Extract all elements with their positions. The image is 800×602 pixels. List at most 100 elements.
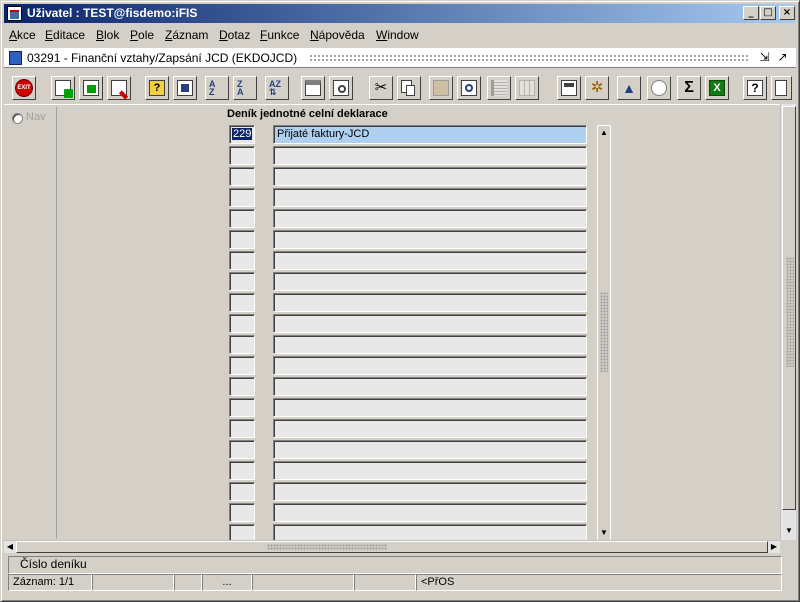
paste-button[interactable] <box>429 76 453 100</box>
sort-multiple-button[interactable]: AZ ⇅ <box>265 76 289 100</box>
doc-restore-icon[interactable]: ↗ <box>775 50 790 65</box>
journal-name-field[interactable] <box>273 419 587 438</box>
journal-number-field[interactable] <box>229 419 255 438</box>
menu-akce[interactable]: Akce <box>9 28 36 42</box>
menu-bar: Akce Editace Blok Pole Záznam Dotaz Funk… <box>4 25 796 45</box>
journal-number-field[interactable] <box>229 209 255 228</box>
app-icon[interactable] <box>7 6 22 21</box>
window-scroll-down-icon[interactable]: ▼ <box>782 524 796 538</box>
journal-name-field[interactable] <box>273 146 587 165</box>
window-vertical-scrollbar[interactable]: ▼ <box>780 104 796 540</box>
insert-record-button[interactable] <box>51 76 75 100</box>
journal-number-field[interactable] <box>229 314 255 333</box>
journal-number-field[interactable] <box>229 398 255 417</box>
journal-name-field[interactable] <box>273 209 587 228</box>
print-preview-button[interactable] <box>329 76 353 100</box>
menu-window[interactable]: Window <box>376 28 419 42</box>
maximize-button[interactable]: □ <box>760 6 776 20</box>
cut-icon: ✂ <box>374 79 388 96</box>
help-icon: ? <box>747 80 763 96</box>
save-button[interactable] <box>79 76 103 100</box>
sum-button[interactable]: Σ <box>677 76 701 100</box>
navigate-button[interactable]: ▲ <box>617 76 641 100</box>
scroll-up-icon[interactable]: ▲ <box>598 127 610 139</box>
form-icon <box>9 51 22 65</box>
help-button[interactable]: ? <box>743 76 767 100</box>
doc-minimize-icon[interactable]: ⇲ <box>757 50 772 65</box>
journal-number-field[interactable] <box>229 251 255 270</box>
journal-number-field[interactable] <box>229 440 255 459</box>
menu-dotaz[interactable]: Dotaz <box>219 28 250 42</box>
journal-name-field[interactable] <box>273 251 587 270</box>
delete-record-button[interactable] <box>107 76 131 100</box>
excel-export-button[interactable]: X <box>705 76 729 100</box>
journal-name-field[interactable] <box>273 167 587 186</box>
journal-name-field[interactable] <box>273 272 587 291</box>
sort-descending-button[interactable]: ZA <box>233 76 257 100</box>
status-cell-empty <box>252 574 354 591</box>
block-scrollbar[interactable]: ▲ ▼ <box>597 125 611 541</box>
table-row <box>229 314 589 333</box>
journal-number-field[interactable] <box>229 188 255 207</box>
journal-number-field[interactable] <box>229 482 255 501</box>
journal-name-field[interactable] <box>273 335 587 354</box>
execute-query-button[interactable] <box>173 76 197 100</box>
exit-button[interactable]: EXIT <box>12 76 36 100</box>
journal-number-field[interactable] <box>229 146 255 165</box>
journal-name-field[interactable] <box>273 356 587 375</box>
calculator-button[interactable] <box>557 76 581 100</box>
journal-number-field[interactable] <box>229 167 255 186</box>
journal-name-field[interactable] <box>273 440 587 459</box>
list-button[interactable] <box>487 76 511 100</box>
scroll-right-icon[interactable]: ▶ <box>768 541 780 553</box>
journal-name-field[interactable] <box>273 377 587 396</box>
journal-number-field[interactable] <box>229 230 255 249</box>
window-vscroll-thumb[interactable] <box>782 106 796 510</box>
journal-name-field[interactable] <box>273 461 587 480</box>
copy-button[interactable] <box>397 76 421 100</box>
menu-zaznam[interactable]: Záznam <box>165 28 208 42</box>
hint-bar: Číslo deníku <box>4 555 796 575</box>
journal-name-field[interactable] <box>273 230 587 249</box>
print-button[interactable] <box>301 76 325 100</box>
journal-number-field[interactable] <box>229 272 255 291</box>
close-button[interactable]: × <box>779 6 795 20</box>
minimize-button[interactable]: _ <box>743 6 759 20</box>
journal-number-field[interactable] <box>229 356 255 375</box>
menu-pole[interactable]: Pole <box>130 28 154 42</box>
window-horizontal-scrollbar[interactable]: ◀ ▶ <box>4 540 780 553</box>
journal-name-field[interactable] <box>273 503 587 522</box>
menu-napoveda[interactable]: Nápověda <box>310 28 365 42</box>
journal-name-field[interactable] <box>273 188 587 207</box>
search-button[interactable] <box>457 76 481 100</box>
scroll-left-icon[interactable]: ◀ <box>4 541 16 553</box>
journal-name-field[interactable] <box>273 293 587 312</box>
extra-button[interactable] <box>771 76 792 100</box>
journal-number-field[interactable] <box>229 293 255 312</box>
title-bar[interactable]: Uživatel : TEST@fisdemo:iFIS _ □ × <box>4 4 796 23</box>
journal-name-field[interactable] <box>273 482 587 501</box>
journal-number-field[interactable] <box>229 377 255 396</box>
clock-button[interactable] <box>647 76 671 100</box>
nav-radio[interactable] <box>12 113 23 124</box>
journal-name-field[interactable] <box>273 314 587 333</box>
window-hscroll-thumb[interactable] <box>16 541 768 553</box>
journal-number-field[interactable]: 229 <box>229 125 255 144</box>
settings-button[interactable]: ✲ <box>585 76 609 100</box>
table-row <box>229 503 589 522</box>
sort-ascending-button[interactable]: AZ <box>205 76 229 100</box>
scroll-down-icon[interactable]: ▼ <box>598 527 610 539</box>
document-title-bar[interactable]: 03291 - Finanční vztahy/Zapsání JCD (EKD… <box>4 48 796 68</box>
enter-query-button[interactable]: ? <box>145 76 169 100</box>
document-title: 03291 - Finanční vztahy/Zapsání JCD (EKD… <box>27 51 302 65</box>
journal-number-field[interactable] <box>229 335 255 354</box>
menu-blok[interactable]: Blok <box>96 28 119 42</box>
journal-number-field[interactable] <box>229 461 255 480</box>
menu-editace[interactable]: Editace <box>45 28 85 42</box>
cut-button[interactable]: ✂ <box>369 76 393 100</box>
journal-name-field[interactable]: Přijaté faktury-JCD <box>273 125 587 144</box>
menu-funkce[interactable]: Funkce <box>260 28 299 42</box>
columns-button[interactable] <box>515 76 539 100</box>
journal-number-field[interactable] <box>229 503 255 522</box>
journal-name-field[interactable] <box>273 398 587 417</box>
